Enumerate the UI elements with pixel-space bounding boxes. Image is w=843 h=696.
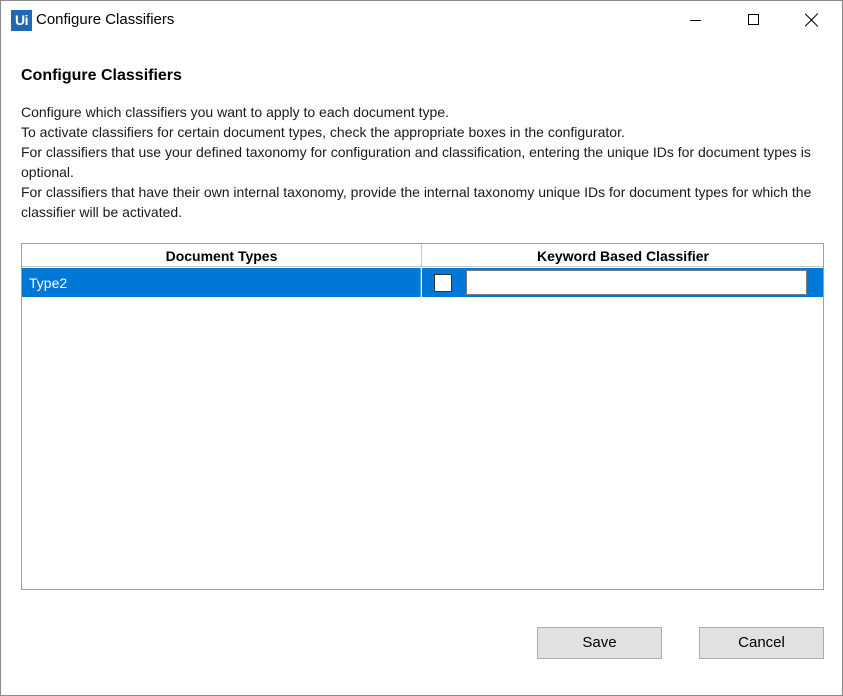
table-row[interactable]: Type2 bbox=[22, 268, 823, 298]
grid-header: Document Types Keyword Based Classifier bbox=[22, 244, 823, 267]
minimize-button[interactable] bbox=[667, 1, 725, 39]
column-header-keyword-classifier[interactable]: Keyword Based Classifier bbox=[423, 244, 823, 266]
configure-classifiers-window: Ui Configure Classifiers Configure Class… bbox=[0, 0, 843, 696]
keyword-taxonomy-id-input[interactable] bbox=[466, 270, 807, 295]
description-line: To activate classifiers for certain docu… bbox=[21, 124, 625, 140]
document-type-cell[interactable]: Type2 bbox=[22, 268, 421, 297]
classifier-grid: Document Types Keyword Based Classifier … bbox=[21, 243, 824, 590]
close-button[interactable] bbox=[783, 1, 841, 39]
description-line: For classifiers that have their own inte… bbox=[21, 184, 812, 220]
page-title: Configure Classifiers bbox=[21, 67, 182, 84]
save-button[interactable]: Save bbox=[537, 627, 662, 659]
minimize-icon bbox=[690, 20, 701, 21]
keyword-classifier-cell[interactable] bbox=[422, 268, 823, 297]
maximize-icon bbox=[748, 14, 759, 25]
window-title: Configure Classifiers bbox=[36, 11, 175, 28]
title-bar: Ui Configure Classifiers bbox=[1, 1, 842, 39]
description-line: Configure which classifiers you want to … bbox=[21, 104, 450, 120]
close-icon bbox=[805, 13, 819, 27]
uipath-logo-icon: Ui bbox=[11, 10, 32, 31]
keyword-classifier-checkbox[interactable] bbox=[434, 274, 452, 292]
description: Configure which classifiers you want to … bbox=[21, 102, 826, 222]
maximize-button[interactable] bbox=[725, 1, 783, 39]
description-line: For classifiers that use your defined ta… bbox=[21, 144, 811, 180]
column-header-document-types[interactable]: Document Types bbox=[22, 244, 422, 266]
cancel-button[interactable]: Cancel bbox=[699, 627, 824, 659]
